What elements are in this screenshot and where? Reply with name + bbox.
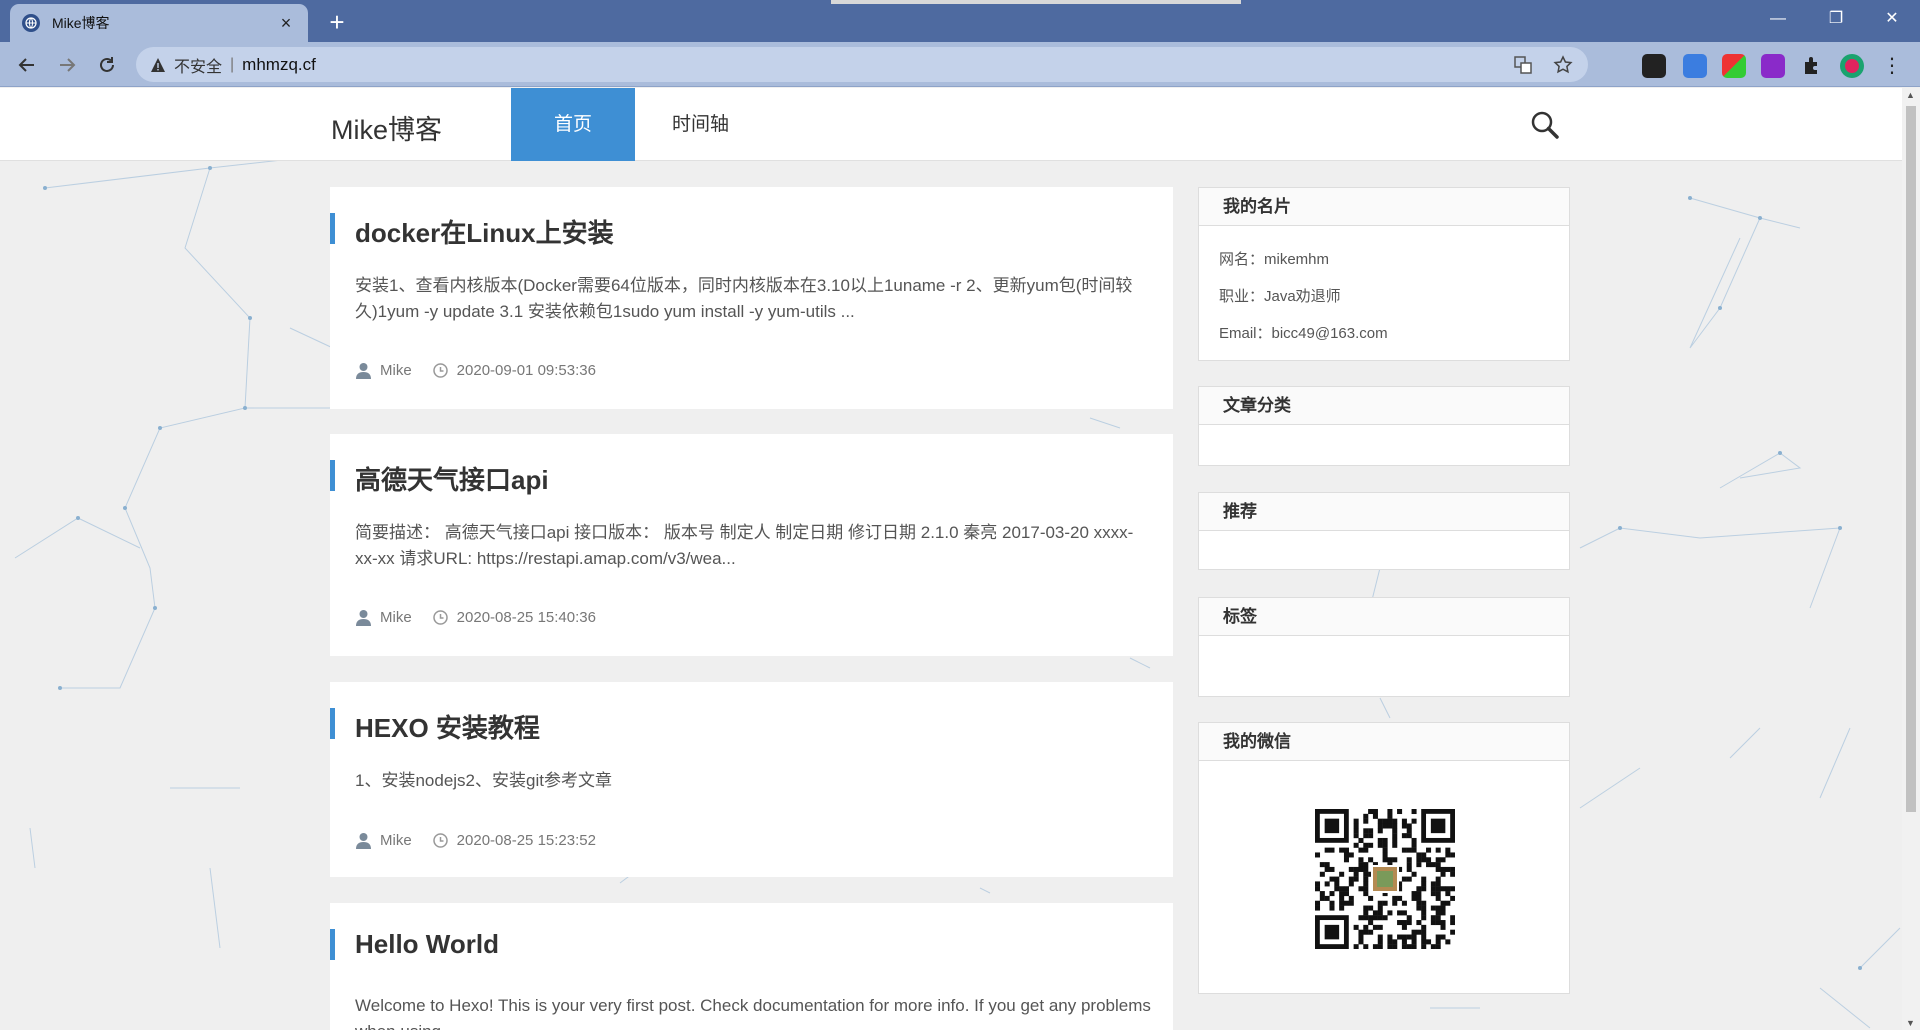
widget-title: 我的微信 xyxy=(1199,723,1569,761)
new-tab-button[interactable]: + xyxy=(320,5,354,39)
post-meta: Mike 2020-08-25 15:23:52 xyxy=(355,832,596,849)
reload-icon xyxy=(100,57,114,72)
extension-1-icon[interactable] xyxy=(1642,54,1666,78)
translate-icon[interactable] xyxy=(1512,54,1534,76)
post-meta: Mike 2020-08-25 15:40:36 xyxy=(355,609,596,626)
post-excerpt: 1、安装nodejs2、安装git参考文章 xyxy=(355,771,612,790)
scroll-up-arrow-icon[interactable]: ▲ xyxy=(1906,90,1915,100)
user-icon xyxy=(356,833,371,849)
reload-button[interactable] xyxy=(90,48,124,82)
widget-tags: 标签 xyxy=(1198,597,1570,697)
widget-title: 推荐 xyxy=(1199,493,1569,531)
post-date: 2020-08-25 15:40:36 xyxy=(456,609,596,626)
post-meta: Mike 2020-09-01 09:53:36 xyxy=(355,362,596,379)
scrollbar-thumb[interactable] xyxy=(1906,106,1916,812)
profile-avatar[interactable] xyxy=(1840,54,1864,78)
post-title[interactable]: HEXO 安装教程 xyxy=(355,708,540,745)
post-card: HEXO 安装教程 1、安装nodejs2、安装git参考文章 Mike 202… xyxy=(330,682,1173,877)
browser-toolbar: 不安全 | mhmzq.cf ⋮ xyxy=(0,42,1920,87)
wechat-qr-code xyxy=(1315,809,1455,949)
arrow-right-icon xyxy=(60,58,76,72)
scroll-down-arrow-icon[interactable]: ▼ xyxy=(1906,1018,1915,1028)
post-card: 高德天气接口api 简要描述： 高德天气接口api 接口版本： 版本号 制定人 … xyxy=(330,434,1173,656)
arrow-left-icon xyxy=(18,58,34,72)
clock-icon xyxy=(432,610,448,625)
minimize-button[interactable]: — xyxy=(1750,0,1806,38)
search-icon[interactable] xyxy=(1530,110,1560,140)
user-icon xyxy=(356,610,371,626)
url-separator: | xyxy=(230,55,235,73)
post-author[interactable]: Mike xyxy=(380,832,412,849)
site-brand[interactable]: Mike博客 xyxy=(331,108,442,147)
post-title-accent-bar xyxy=(330,213,335,244)
site-header: Mike博客 首页 时间轴 xyxy=(0,88,1902,161)
post-card: Hello World Welcome to Hexo! This is you… xyxy=(330,903,1173,1030)
forward-button[interactable] xyxy=(50,48,84,82)
post-title-accent-bar xyxy=(330,460,335,491)
security-label[interactable]: 不安全 xyxy=(174,53,222,77)
back-button[interactable] xyxy=(10,48,44,82)
window-drag-area xyxy=(831,0,1241,4)
address-bar[interactable]: 不安全 | mhmzq.cf xyxy=(136,47,1588,82)
profile-email: Email：bicc49@163.com xyxy=(1219,325,1388,342)
browser-menu-icon[interactable]: ⋮ xyxy=(1880,54,1904,78)
tab-title: Mike博客 xyxy=(52,15,110,31)
page-viewport: Mike博客 首页 时间轴 docker在Linux上安装 安装1、查看内核版本… xyxy=(0,88,1902,1030)
widget-title: 我的名片 xyxy=(1199,188,1569,226)
user-icon xyxy=(356,363,371,379)
profile-job: 职业：Java劝退师 xyxy=(1219,288,1341,305)
post-title[interactable]: docker在Linux上安装 xyxy=(355,213,614,250)
browser-tabstrip: Mike博客 × + — ❐ ✕ xyxy=(0,0,1920,42)
clock-icon xyxy=(432,833,448,848)
nav-home[interactable]: 首页 xyxy=(511,88,635,161)
bookmark-star-icon[interactable] xyxy=(1552,54,1574,76)
warning-icon xyxy=(151,57,165,72)
profile-nickname: 网名：mikemhm xyxy=(1219,251,1330,268)
post-author[interactable]: Mike xyxy=(380,362,412,379)
url-text[interactable]: mhmzq.cf xyxy=(242,55,1494,75)
extension-2-icon[interactable] xyxy=(1683,54,1707,78)
widget-categories: 文章分类 xyxy=(1198,386,1570,466)
post-title-accent-bar xyxy=(330,929,335,960)
extension-3-icon[interactable] xyxy=(1722,54,1746,78)
widget-profile-card: 我的名片 网名：mikemhm 职业：Java劝退师 Email：bicc49@… xyxy=(1198,187,1570,361)
post-title[interactable]: Hello World xyxy=(355,929,499,960)
post-card: docker在Linux上安装 安装1、查看内核版本(Docker需要64位版本… xyxy=(330,187,1173,409)
post-date: 2020-09-01 09:53:36 xyxy=(456,362,596,379)
post-date: 2020-08-25 15:23:52 xyxy=(456,832,596,849)
widget-wechat: 我的微信 xyxy=(1198,722,1570,994)
extensions-puzzle-icon[interactable] xyxy=(1800,54,1824,78)
widget-title: 文章分类 xyxy=(1199,387,1569,425)
restore-button[interactable]: ❐ xyxy=(1808,0,1864,38)
widget-recommend: 推荐 xyxy=(1198,492,1570,570)
post-excerpt: Welcome to Hexo! This is your very first… xyxy=(355,996,1151,1030)
post-excerpt: 安装1、查看内核版本(Docker需要64位版本，同时内核版本在3.10以上1u… xyxy=(355,276,1133,321)
nav-timeline[interactable]: 时间轴 xyxy=(672,88,729,161)
page-scrollbar[interactable]: ▲ ▼ xyxy=(1902,88,1920,1030)
window-close-button[interactable]: ✕ xyxy=(1864,0,1920,38)
browser-tab[interactable]: Mike博客 × xyxy=(10,4,308,42)
extension-4-icon[interactable] xyxy=(1761,54,1785,78)
post-author[interactable]: Mike xyxy=(380,609,412,626)
post-title[interactable]: 高德天气接口api xyxy=(355,460,549,497)
post-excerpt: 简要描述： 高德天气接口api 接口版本： 版本号 制定人 制定日期 修订日期 … xyxy=(355,523,1134,568)
tab-close-icon[interactable]: × xyxy=(276,13,296,34)
post-title-accent-bar xyxy=(330,708,335,739)
clock-icon xyxy=(432,363,448,378)
widget-title: 标签 xyxy=(1199,598,1569,636)
globe-icon xyxy=(22,14,40,32)
